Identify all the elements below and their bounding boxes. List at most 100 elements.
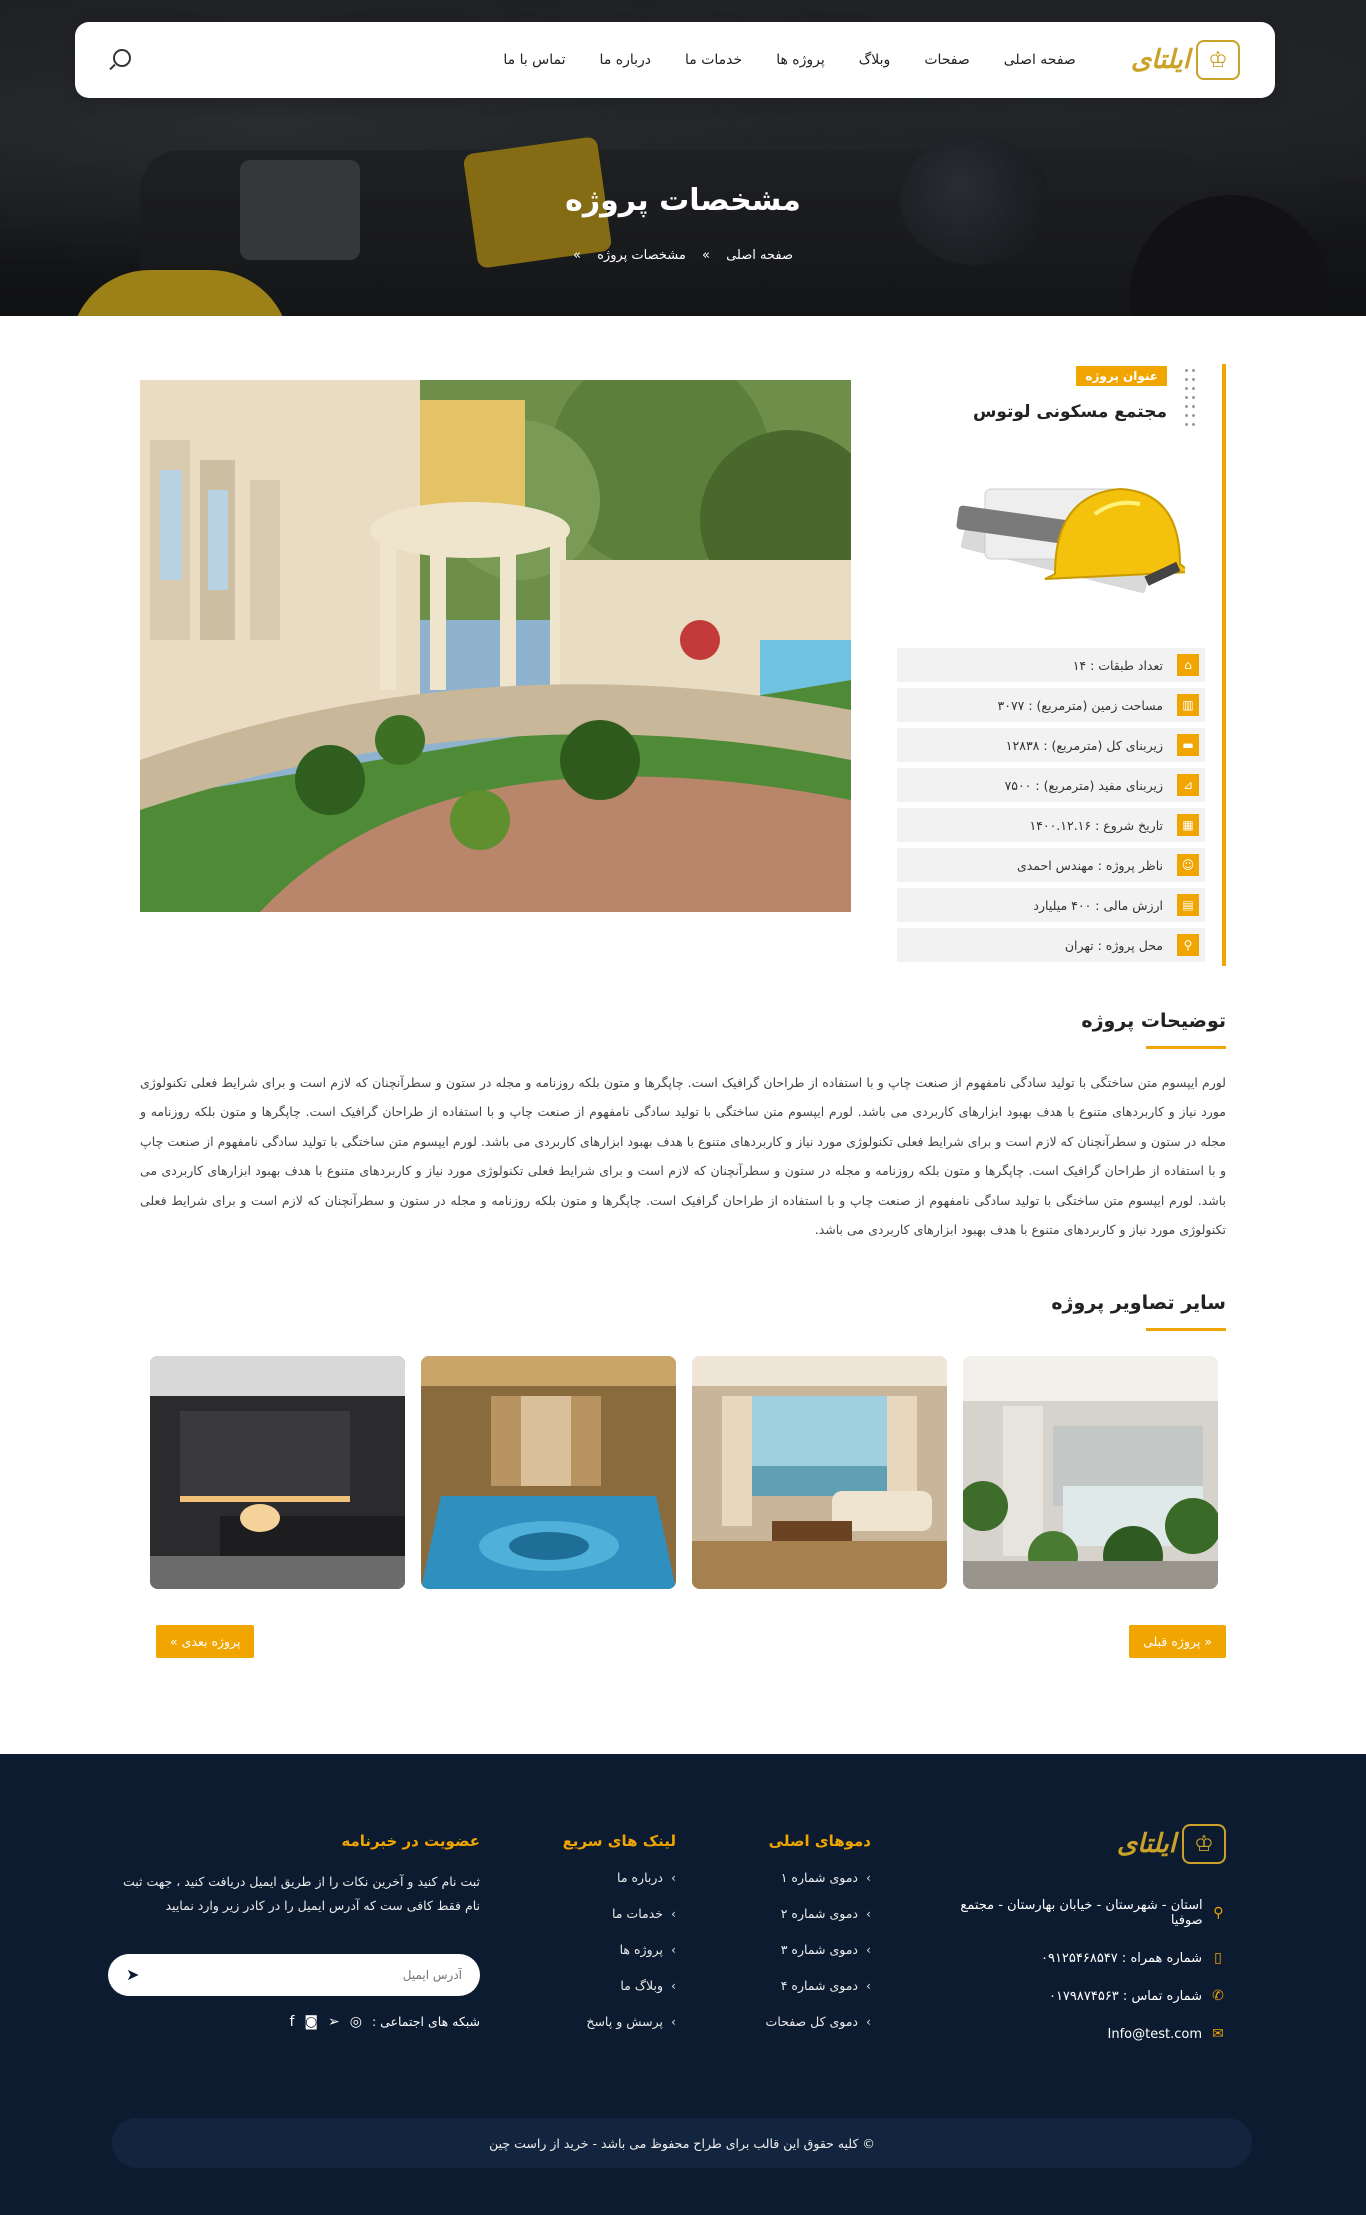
menu-item-about[interactable]: درباره ما (600, 52, 651, 68)
panel-accent-bar (1222, 364, 1226, 966)
facebook-icon[interactable]: f (289, 2014, 294, 2030)
breadcrumb-current: مشخصات پروژه (597, 248, 686, 263)
spec-text: محل پروژه : تهران (1064, 937, 1163, 953)
quick-link[interactable]: خدمات ما (563, 1906, 676, 1921)
demo-link[interactable]: دموی شماره ۴ (766, 1978, 871, 1993)
demo-link[interactable]: دموی شماره ۱ (766, 1870, 871, 1885)
phone-icon: ✆ (1212, 1988, 1224, 2004)
footer-contact: ♔ ایلتای ⚲ استان - شهرستان - خیابان بهارس… (936, 1824, 1226, 2064)
location-icon: ⚲ (1177, 934, 1199, 956)
breadcrumb-separator: » (573, 248, 581, 263)
gallery-image-pool[interactable] (421, 1356, 676, 1589)
footer-demos: دموهای اصلی دموی شماره ۱ دموی شماره ۲ دم… (766, 1832, 871, 2050)
quick-links-title: لینک های سریع (562, 1832, 676, 1850)
menu-item-services[interactable]: خدمات ما (685, 52, 742, 68)
description-title: توضیحات پروژه (1081, 1010, 1226, 1049)
pool-photo-graphic (421, 1356, 676, 1589)
main-menu: صفحه اصلی صفحات وبلاگ پروژه ها خدمات ما … (503, 52, 1075, 68)
gallery-image-living-room[interactable] (692, 1356, 947, 1589)
send-icon[interactable]: ➤ (126, 1965, 139, 1984)
quick-link[interactable]: وبلاگ ما (563, 1978, 676, 1993)
spec-item: ☺ ناظر پروژه : مهندس احمدی (897, 848, 1205, 882)
courtyard-photo-graphic (140, 380, 851, 912)
prev-project-button[interactable]: « پروژه قبلی (1129, 1625, 1226, 1658)
menu-item-projects[interactable]: پروژه ها (776, 52, 825, 68)
spec-item: ⌂ تعداد طبقات : ۱۴ (897, 648, 1205, 682)
gallery-title: سایر تصاویر پروژه (1051, 1292, 1226, 1331)
page-title: مشخصات پروژه (565, 183, 801, 218)
quick-link[interactable]: درباره ما (563, 1870, 676, 1885)
footer-newsletter: عضویت در خبرنامه ثبت نام کنید و آخرین نک… (106, 1832, 480, 2030)
breadcrumb-home[interactable]: صفحه اصلی (726, 248, 793, 263)
spec-item: ▦ تاریخ شروع : ۱۴۰۰.۱۲.۱۶ (897, 808, 1205, 842)
project-name: مجتمع مسکونی لوتوس (972, 402, 1167, 422)
social-links: شبکه های اجتماعی : ◎ ➢ ◙ f (106, 2014, 480, 2030)
newsletter-title: عضویت در خبرنامه (341, 1832, 480, 1850)
home-icon: ⌂ (1177, 654, 1199, 676)
location-pin-icon: ⚲ (1213, 1905, 1224, 1921)
newsletter-email-input[interactable] (182, 1967, 462, 1982)
mail-icon: ✉ (1212, 2026, 1224, 2042)
whatsapp-icon[interactable]: ◎ (350, 2014, 362, 2030)
footer-email[interactable]: ✉ Info@test.com (936, 2026, 1226, 2042)
spec-text: تعداد طبقات : ۱۴ (1072, 657, 1163, 673)
footer-address: ⚲ استان - شهرستان - خیابان بهارستان - مجت… (936, 1898, 1226, 1928)
menu-item-blog[interactable]: وبلاگ (859, 52, 891, 68)
demo-link[interactable]: دموی کل صفحات (766, 2014, 871, 2029)
chart-icon: ▥ (1177, 694, 1199, 716)
lobby-photo-graphic (963, 1356, 1218, 1589)
spec-text: مساحت زمین (مترمربع) : ۳۰۷۷ (997, 697, 1163, 713)
user-icon: ☺ (1177, 854, 1199, 876)
site-logo[interactable]: ♔ ایلتای (1131, 40, 1240, 80)
menu-item-pages[interactable]: صفحات (924, 52, 969, 68)
newsletter-text: ثبت نام کنید و آخرین نکات را از طریق ایم… (122, 1874, 480, 1913)
logo-emblem-icon: ♔ (1196, 40, 1240, 80)
copyright-text: © کلیه حقوق این قالب برای طراح محفوظ می … (489, 2135, 875, 2151)
spec-text: تاریخ شروع : ۱۴۰۰.۱۲.۱۶ (1029, 817, 1163, 833)
logo-text: ایلتای (1130, 45, 1190, 75)
logo-emblem-icon: ♔ (1182, 1824, 1226, 1864)
mobile-icon: ▯ (1214, 1950, 1222, 1966)
search-icon[interactable] (110, 49, 132, 71)
quick-link[interactable]: پروژه ها (563, 1942, 676, 1957)
demos-title: دموهای اصلی (768, 1832, 871, 1850)
main-content: عنوان پروژه مجتمع مسکونی لوتوس ⌂ تعداد طب… (0, 0, 1366, 2215)
spec-text: ارزش مالی : ۴۰۰ میلیارد (1033, 897, 1163, 913)
gallery-image-kitchen[interactable] (150, 1356, 405, 1589)
spec-text: ناظر پروژه : مهندس احمدی (1016, 857, 1163, 873)
menu-item-contact[interactable]: تماس با ما (503, 52, 565, 68)
instagram-icon[interactable]: ◙ (304, 2014, 318, 2030)
bed-icon: ▬ (1177, 734, 1199, 756)
main-navbar: ♔ ایلتای صفحه اصلی صفحات وبلاگ پروژه ها … (75, 22, 1275, 98)
footer-logo[interactable]: ♔ ایلتای (936, 1824, 1226, 1864)
logo-text: ایلتای (1116, 1829, 1176, 1859)
spec-text: زیربنای مفید (مترمربع) : ۷۵۰۰ (1004, 777, 1163, 793)
demo-link[interactable]: دموی شماره ۲ (766, 1906, 871, 1921)
mobile-text: شماره همراه : ۰۹۱۲۵۴۶۸۵۴۷ (1040, 1950, 1202, 1966)
demos-list: دموی شماره ۱ دموی شماره ۲ دموی شماره ۳ د… (766, 1870, 871, 2029)
spec-item: ⚲ محل پروژه : تهران (897, 928, 1205, 962)
social-label: شبکه های اجتماعی : (371, 2014, 480, 2029)
project-label-badge: عنوان پروژه (1076, 366, 1167, 386)
money-icon: ▤ (1177, 894, 1199, 916)
newsletter-form: ➤ (108, 1953, 480, 1996)
project-gallery (150, 1356, 1220, 1589)
spec-item: ▥ مساحت زمین (مترمربع) : ۳۰۷۷ (897, 688, 1205, 722)
quick-link[interactable]: پرسش و پاسخ (563, 2014, 676, 2029)
telegram-icon[interactable]: ➢ (328, 2014, 340, 2030)
copyright-bar: © کلیه حقوق این قالب برای طراح محفوظ می … (112, 2118, 1252, 2168)
demo-link[interactable]: دموی شماره ۳ (766, 1942, 871, 1957)
spec-item: ▬ زیربنای کل (مترمربع) : ۱۲۸۳۸ (897, 728, 1205, 762)
gallery-image-lobby[interactable] (963, 1356, 1218, 1589)
next-project-button[interactable]: پروژه بعدی » (156, 1625, 255, 1658)
project-main-photo[interactable] (140, 380, 851, 912)
site-footer: ♔ ایلتای ⚲ استان - شهرستان - خیابان بهارس… (0, 1754, 1366, 2215)
area-icon: ⊿ (1177, 774, 1199, 796)
spec-text: زیربنای کل (مترمربع) : ۱۲۸۳۸ (1005, 737, 1163, 753)
living-room-photo-graphic (692, 1356, 947, 1589)
email-text: Info@test.com (1107, 2026, 1202, 2042)
menu-item-home[interactable]: صفحه اصلی (1004, 52, 1076, 68)
project-spec-list: ⌂ تعداد طبقات : ۱۴ ▥ مساحت زمین (مترمربع) … (897, 648, 1205, 968)
dots-decoration (1183, 366, 1197, 426)
footer-quick-links: لینک های سریع درباره ما خدمات ما پروژه ه… (563, 1832, 676, 2050)
